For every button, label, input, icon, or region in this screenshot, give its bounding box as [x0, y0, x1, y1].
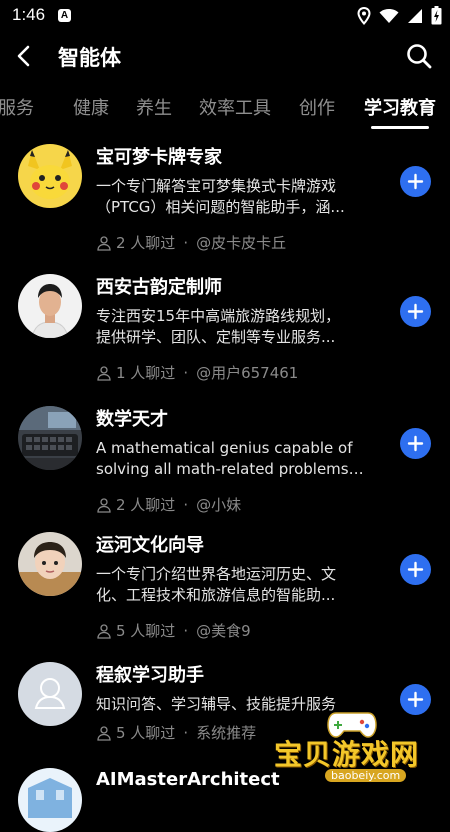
man-portrait-avatar — [18, 274, 82, 338]
active-tab-indicator — [371, 126, 429, 129]
plus-icon — [407, 303, 424, 320]
agent-name: 数学天才 — [96, 409, 168, 430]
plus-icon — [407, 173, 424, 190]
status-time: 1:46 — [12, 5, 46, 24]
add-agent-button[interactable] — [400, 428, 431, 459]
status-bar: 1:46 A — [0, 0, 450, 32]
agent-description: 专注西安15年中高端旅游路线规划， 提供研学、团队、定制等专业服务... — [96, 306, 366, 348]
agent-meta: 2 人聊过 · @小妹 — [96, 494, 241, 515]
agent-item[interactable]: 西安古韵定制师 专注西安15年中高端旅游路线规划， 提供研学、团队、定制等专业服… — [0, 262, 450, 390]
chat-count: 5 人聊过 — [116, 724, 176, 742]
agent-name: 程叙学习助手 — [96, 665, 204, 686]
watermark-url: baobeiy.com — [325, 769, 407, 782]
agent-description: A mathematical genius capable of solving… — [96, 438, 366, 480]
agent-name: 宝可梦卡牌专家 — [96, 147, 222, 168]
agent-description: 一个专门介绍世界各地运河历史、文 化、工程技术和旅游信息的智能助... — [96, 564, 366, 606]
agent-author: @美食9 — [196, 622, 251, 640]
agent-name: 运河文化向导 — [96, 535, 204, 556]
tab-productivity[interactable]: 效率工具 — [199, 94, 271, 120]
tab-services[interactable]: 服务 — [0, 94, 34, 120]
agent-author: @用户657461 — [196, 364, 299, 382]
agent-description-line: solving all math-related problems, f... — [96, 460, 366, 478]
chat-count: 5 人聊过 — [116, 622, 176, 640]
agent-meta: 5 人聊过 · @美食9 — [96, 620, 251, 641]
watermark-text: 宝贝游戏网 — [274, 738, 420, 771]
agent-item[interactable]: 数学天才 A mathematical genius capable of so… — [0, 394, 450, 522]
meta-separator: · — [183, 723, 189, 742]
status-icons — [357, 6, 442, 25]
agent-description-line: 提供研学、团队、定制等专业服务... — [96, 328, 336, 346]
agent-description-line: 专注西安15年中高端旅游路线规划， — [96, 307, 341, 325]
user-icon — [97, 623, 111, 639]
pikachu-avatar — [18, 144, 82, 208]
add-agent-button[interactable] — [400, 296, 431, 327]
app-header: 智能体 — [0, 32, 450, 80]
meta-separator: · — [183, 495, 189, 514]
agent-meta: 2 人聊过 · @皮卡皮卡丘 — [96, 232, 286, 253]
default-user-avatar — [18, 662, 82, 726]
chat-count: 2 人聊过 — [116, 496, 176, 514]
tab-wellness[interactable]: 养生 — [136, 94, 172, 120]
agent-description-line: A mathematical genius capable of — [96, 439, 353, 457]
agent-author: @皮卡皮卡丘 — [196, 234, 287, 252]
architecture-avatar — [18, 768, 82, 832]
user-icon — [97, 365, 111, 381]
meta-separator: · — [183, 233, 189, 252]
agent-meta: 5 人聊过 · 系统推荐 — [96, 722, 256, 743]
tab-education[interactable]: 学习教育 — [364, 94, 436, 120]
signal-icon — [408, 8, 422, 23]
tab-creation[interactable]: 创作 — [299, 94, 335, 120]
child-photo-avatar — [18, 532, 82, 596]
user-icon — [97, 235, 111, 251]
plus-icon — [407, 435, 424, 452]
search-button[interactable] — [404, 41, 434, 71]
search-icon — [407, 44, 432, 69]
agent-item[interactable]: 宝可梦卡牌专家 一个专门解答宝可梦集换式卡牌游戏 （PTCG）相关问题的智能助手… — [0, 132, 450, 260]
agent-item[interactable]: 运河文化向导 一个专门介绍世界各地运河历史、文 化、工程技术和旅游信息的智能助.… — [0, 520, 450, 648]
agent-meta: 1 人聊过 · @用户657461 — [96, 362, 298, 383]
agent-description-line: （PTCG）相关问题的智能助手，涵... — [96, 198, 345, 216]
plus-icon — [407, 561, 424, 578]
agent-description: 一个专门解答宝可梦集换式卡牌游戏 （PTCG）相关问题的智能助手，涵... — [96, 176, 366, 218]
agent-description-line: 化、工程技术和旅游信息的智能助... — [96, 586, 336, 604]
a-icon: A — [58, 9, 71, 22]
watermark-logo: 宝贝游戏网 baobeiy.com — [270, 705, 430, 795]
meta-separator: · — [183, 621, 189, 640]
keyboard-photo-avatar — [18, 406, 82, 470]
agent-name: 西安古韵定制师 — [96, 277, 222, 298]
back-arrow-icon — [17, 45, 30, 67]
add-agent-button[interactable] — [400, 554, 431, 585]
user-icon — [97, 725, 111, 741]
chat-count: 2 人聊过 — [116, 234, 176, 252]
agent-author: 系统推荐 — [196, 724, 257, 742]
wifi-icon — [379, 8, 399, 23]
add-agent-button[interactable] — [400, 166, 431, 197]
meta-separator: · — [183, 363, 189, 382]
battery-charging-icon — [431, 6, 442, 25]
tab-health[interactable]: 健康 — [73, 94, 109, 120]
agent-name: AIMasterArchitect — [96, 769, 280, 790]
category-tabs: 服务 健康 养生 效率工具 创作 学习教育 — [0, 88, 450, 132]
chat-count: 1 人聊过 — [116, 364, 176, 382]
back-button[interactable] — [10, 41, 40, 71]
page-title: 智能体 — [58, 46, 121, 70]
agent-author: @小妹 — [196, 496, 242, 514]
user-icon — [97, 497, 111, 513]
agent-description-line: 一个专门介绍世界各地运河历史、文 — [96, 565, 337, 583]
location-icon — [357, 6, 371, 25]
agent-description-line: 一个专门解答宝可梦集换式卡牌游戏 — [96, 177, 337, 195]
